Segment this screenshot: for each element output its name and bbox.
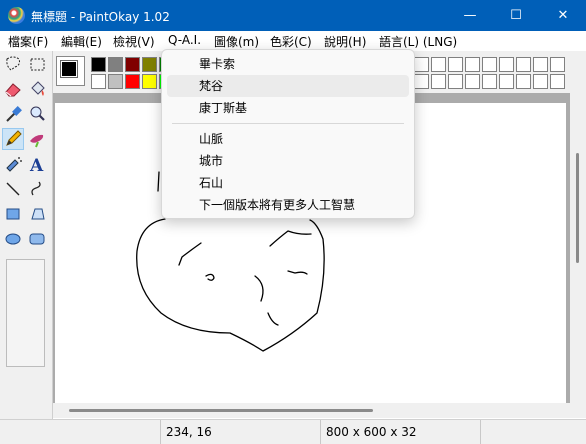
pencil-icon[interactable] [2,128,24,150]
rounded-rectangle-tool-icon[interactable] [26,228,48,250]
custom-color-slot[interactable] [465,74,480,89]
palette-color-olive[interactable] [142,57,157,72]
menu-view[interactable]: 檢視(V) [113,33,155,50]
qai-menu-item-next-version[interactable]: 下一個版本將有更多人工智慧 [167,194,409,216]
cursor-coordinates: 234, 16 [166,425,212,439]
custom-color-slot[interactable] [533,74,548,89]
palette-color-white[interactable] [91,74,106,89]
magnifier-icon[interactable] [26,103,48,125]
palette-color-red[interactable] [125,74,140,89]
rect-select-tool-icon[interactable] [26,53,48,75]
custom-color-slot[interactable] [516,57,531,72]
palette-color-yellow[interactable] [142,74,157,89]
color-picker-icon[interactable] [2,103,24,125]
tool-options-panel[interactable] [6,259,45,367]
current-colors[interactable] [56,56,85,86]
app-icon [8,7,25,24]
qai-menu-item-rock-mountain[interactable]: 石山 [167,172,409,194]
menu-file[interactable]: 檔案(F) [8,33,48,50]
airbrush-icon[interactable] [2,153,24,175]
qai-menu-item-mountains[interactable]: 山脈 [167,128,409,150]
custom-color-slot[interactable] [431,74,446,89]
menu-color[interactable]: 色彩(C) [270,33,312,50]
qai-menu-item-kandinsky[interactable]: 康丁斯基 [167,97,409,119]
custom-color-slot[interactable] [550,57,565,72]
title-bar: 無標題 - PaintOkay 1.02 — ☐ ✕ [0,0,586,31]
qai-menu-item-city[interactable]: 城市 [167,150,409,172]
menu-language[interactable]: 語言(L) (LNG) [379,33,457,50]
qai-menu-item-van-gogh[interactable]: 梵谷 [167,75,409,97]
status-size-section: 800 x 600 x 32 [320,420,480,444]
vertical-scroll-thumb[interactable] [576,153,579,263]
polygon-tool-icon[interactable] [26,203,48,225]
custom-color-slot[interactable] [482,74,497,89]
vertical-scrollbar[interactable] [570,93,586,418]
line-tool-icon[interactable] [2,178,24,200]
close-button[interactable]: ✕ [540,0,586,31]
eraser-icon[interactable] [2,78,24,100]
rectangle-tool-icon[interactable] [2,203,24,225]
custom-color-slot[interactable] [516,74,531,89]
custom-color-slot[interactable] [431,57,446,72]
menu-image[interactable]: 圖像(m) [214,33,259,50]
menu-help[interactable]: 說明(H) [324,33,366,50]
menu-separator [172,123,404,124]
palette-color-silver[interactable] [108,74,123,89]
palette-color-black[interactable] [91,57,106,72]
maximize-button[interactable]: ☐ [493,0,539,31]
status-coords-section: 234, 16 [160,420,320,444]
svg-text:A: A [29,156,44,175]
status-bar: 234, 16 800 x 600 x 32 [0,419,586,444]
canvas-dimensions: 800 x 600 x 32 [326,425,417,439]
palette-color-maroon[interactable] [125,57,140,72]
fill-bucket-icon[interactable] [26,78,48,100]
minimize-button[interactable]: — [447,0,493,31]
qai-dropdown-menu: 畢卡索 梵谷 康丁斯基 山脈 城市 石山 下一個版本將有更多人工智慧 [161,49,415,219]
menu-edit[interactable]: 編輯(E) [61,33,102,50]
custom-color-slot[interactable] [533,57,548,72]
ellipse-tool-icon[interactable] [2,228,24,250]
custom-color-slot[interactable] [448,57,463,72]
custom-color-slot[interactable] [550,74,565,89]
custom-color-slot[interactable] [499,74,514,89]
status-extra-section [480,420,586,444]
qai-menu-item-picasso[interactable]: 畢卡索 [167,53,409,75]
text-tool-icon[interactable]: A [26,153,48,175]
curve-tool-icon[interactable] [26,178,48,200]
free-select-tool-icon[interactable] [2,53,24,75]
menu-qai[interactable]: Q-A.I. [168,33,201,47]
horizontal-scrollbar[interactable] [53,403,570,418]
custom-color-slot[interactable] [414,74,429,89]
custom-color-slot[interactable] [499,57,514,72]
custom-color-slot[interactable] [448,74,463,89]
custom-color-slot[interactable] [414,57,429,72]
brush-icon[interactable] [26,128,48,150]
custom-color-slot[interactable] [482,57,497,72]
window-title: 無標題 - PaintOkay 1.02 [31,10,170,24]
custom-color-slot[interactable] [465,57,480,72]
palette-color-gray[interactable] [108,57,123,72]
toolbox: A [0,51,53,419]
horizontal-scroll-thumb[interactable] [69,409,373,412]
foreground-color[interactable] [60,60,78,78]
